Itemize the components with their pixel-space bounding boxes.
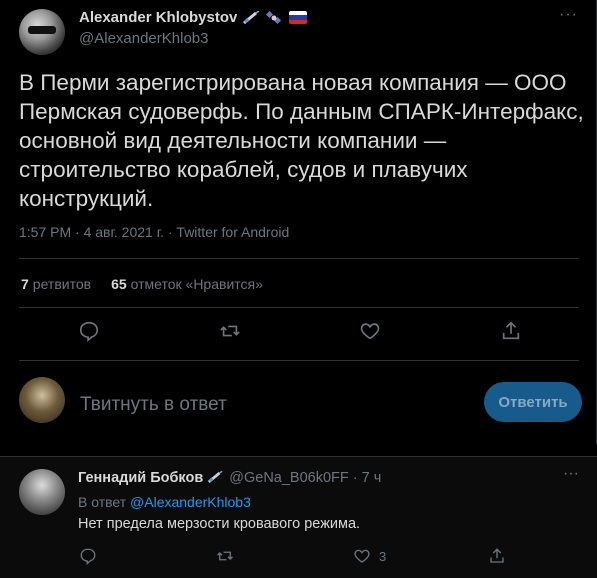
heart-icon[interactable]	[359, 320, 383, 344]
retweets-count: 7	[21, 276, 29, 292]
divider	[19, 258, 579, 259]
reply-input[interactable]: Твитнуть в ответ	[80, 394, 227, 416]
satellite-icon	[265, 10, 283, 25]
reply-to: В ответ @AlexanderKhlob3	[78, 494, 251, 510]
divider	[19, 307, 579, 308]
reply-time[interactable]: · 7 ч	[353, 470, 382, 486]
reply-text: Нет предела мерзости кровавого режима.	[78, 516, 361, 532]
user-avatar[interactable]	[19, 377, 65, 423]
author-avatar[interactable]	[19, 9, 65, 55]
divider	[19, 360, 579, 361]
retweet-icon[interactable]	[216, 547, 234, 565]
reply-author-avatar[interactable]	[19, 469, 65, 515]
share-icon[interactable]	[488, 547, 506, 565]
reply-to-prefix: В ответ	[78, 494, 127, 510]
like-button[interactable]: 3	[353, 547, 386, 565]
likes-label: отметок «Нравится»	[130, 276, 263, 292]
reply-to-handle[interactable]: @AlexanderKhlob3	[130, 494, 251, 510]
more-icon[interactable]: ···	[563, 465, 579, 483]
comment-icon[interactable]	[79, 547, 97, 565]
reply-actions: 3	[0, 547, 597, 571]
author-name-row[interactable]: Alexander Khlobystov	[79, 9, 308, 26]
comment-icon[interactable]	[78, 320, 102, 344]
reply-author-handle[interactable]: @GeNa_B06k0FF	[229, 470, 349, 486]
russia-flag-icon	[289, 11, 308, 24]
syringe-icon	[242, 9, 260, 25]
syringe-icon	[207, 470, 225, 485]
reply-button[interactable]: Ответить	[484, 382, 582, 422]
tweet-text: В Перми зарегистрирована новая компания …	[19, 70, 584, 211]
author-block: Alexander Khlobystov @AlexanderKhlob3	[79, 9, 308, 47]
likes-stat[interactable]: 65 отметок «Нравится»	[111, 276, 263, 292]
heart-icon	[354, 549, 370, 563]
more-icon[interactable]: ···	[559, 6, 578, 24]
share-icon[interactable]	[500, 320, 524, 344]
retweets-stat[interactable]: 7 ретвитов	[21, 276, 91, 292]
reply-header: Геннадий Бобков @GeNa_B06k0FF · 7 ч	[78, 470, 381, 486]
reply-likes-count: 3	[379, 548, 387, 564]
retweets-label: ретвитов	[32, 276, 92, 292]
tweet-meta[interactable]: 1:57 PM · 4 авг. 2021 г. · Twitter for A…	[19, 224, 289, 240]
tweet-actions	[0, 320, 597, 350]
reply-composer: Твитнуть в ответ Ответить	[0, 370, 597, 442]
reply-tweet[interactable]: Геннадий Бобков @GeNa_B06k0FF · 7 ч ··· …	[0, 456, 597, 578]
reply-author-name[interactable]: Геннадий Бобков	[78, 470, 203, 486]
retweet-icon[interactable]	[219, 320, 243, 344]
author-name[interactable]: Alexander Khlobystov	[79, 9, 237, 26]
author-handle[interactable]: @AlexanderKhlob3	[79, 30, 307, 47]
likes-count: 65	[111, 276, 127, 292]
main-tweet: Alexander Khlobystov @AlexanderKhlob3 ··…	[0, 0, 597, 444]
tweet-stats: 7 ретвитов 65 отметок «Нравится»	[21, 276, 263, 292]
